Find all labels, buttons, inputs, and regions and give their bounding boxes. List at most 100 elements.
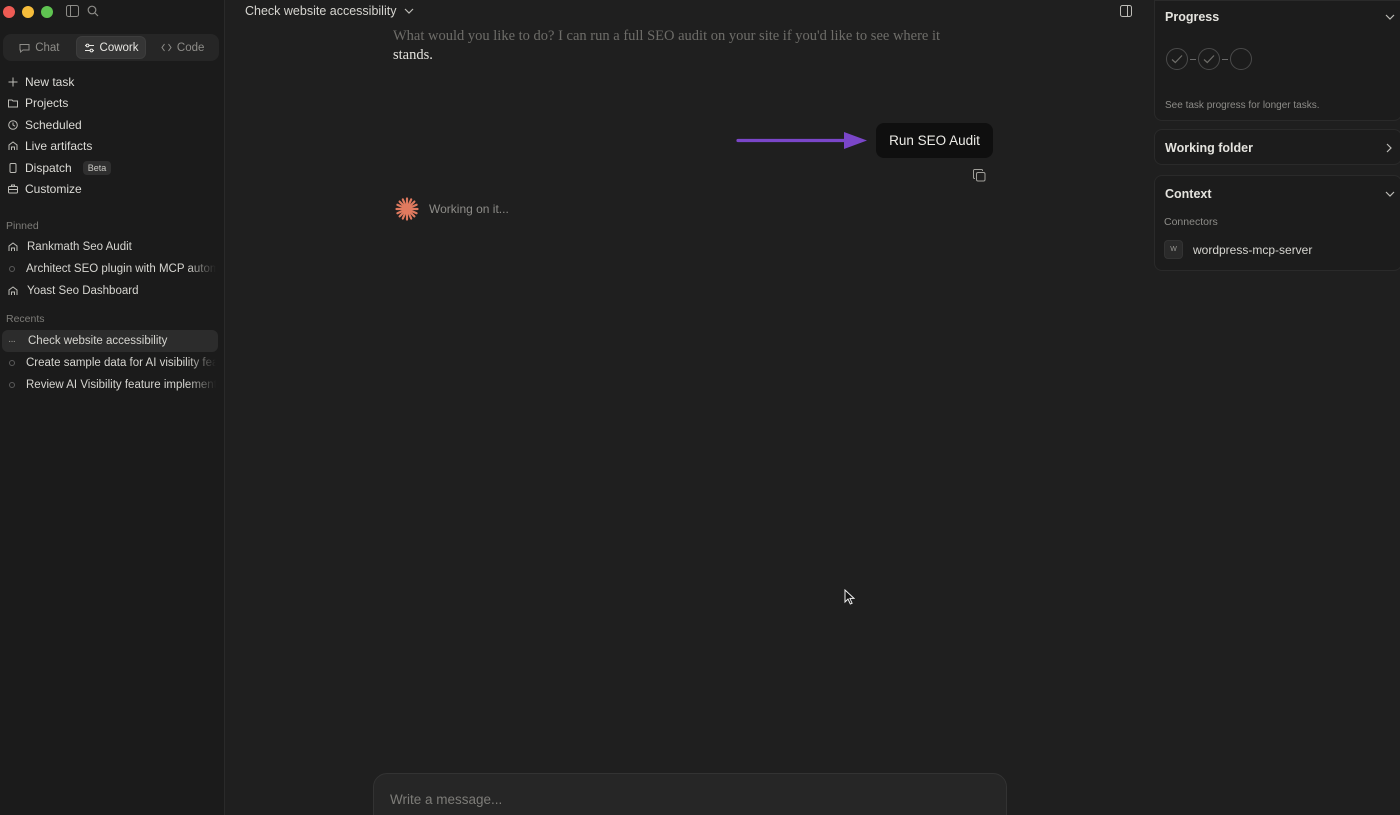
nav-scheduled-label: Scheduled [25, 117, 82, 132]
chat-title-dropdown[interactable]: Check website accessibility [245, 4, 414, 18]
code-brackets-icon [161, 43, 172, 52]
recent-item[interactable]: Review AI Visibility feature implementat… [0, 374, 224, 396]
pinned-item-label: Rankmath Seo Audit [27, 241, 132, 253]
beta-badge: Beta [82, 160, 112, 175]
task-status-icon [9, 382, 15, 388]
chat-title: Check website accessibility [245, 4, 397, 18]
main-nav: New task Projects Scheduled Live artifac… [0, 71, 224, 200]
progress-hint: See task progress for longer tasks. [1165, 100, 1320, 111]
check-icon [1203, 55, 1215, 64]
mode-cowork-button[interactable]: Cowork [75, 36, 147, 59]
mode-switcher: Chat Cowork Code [3, 34, 219, 61]
connector-name: wordpress-mcp-server [1193, 242, 1313, 257]
task-status-icon [9, 360, 15, 366]
window-controls [3, 6, 53, 18]
chat-bubble-icon [19, 43, 30, 53]
clock-icon [8, 119, 18, 130]
chat-header: Check website accessibility [226, 0, 1154, 24]
close-window-button[interactable] [3, 6, 15, 18]
chevron-down-icon[interactable] [1385, 14, 1395, 20]
recent-item-active[interactable]: ··· Check website accessibility [2, 330, 218, 352]
recents-list: ··· Check website accessibility Create s… [0, 330, 224, 396]
pinned-item-label: Architect SEO plugin with MCP automation [26, 263, 216, 275]
plus-icon [8, 77, 18, 87]
folder-icon [8, 99, 18, 108]
right-panel-toggle-icon[interactable] [1120, 5, 1132, 20]
connectors-label: Connectors [1164, 216, 1218, 228]
mode-chat-label: Chat [35, 41, 60, 54]
chevron-right-icon [1386, 143, 1392, 153]
message-input[interactable] [390, 792, 970, 807]
working-indicator: Working on it... [395, 197, 509, 221]
working-folder-card[interactable]: Working folder [1154, 129, 1400, 165]
wordpress-icon: W [1164, 240, 1183, 259]
mode-cowork-label: Cowork [99, 41, 139, 54]
progress-card: Progress See task progress for longer ta… [1154, 0, 1400, 121]
nav-customize[interactable]: Customize [0, 179, 224, 201]
sidebar-toggle-icon[interactable] [66, 5, 79, 17]
nav-live-artifacts-label: Live artifacts [25, 139, 93, 154]
check-icon [1171, 55, 1183, 64]
recents-section-label: Recents [6, 313, 45, 325]
assistant-message-faded-text: What would you like to do? I can run a f… [393, 28, 941, 44]
pinned-list: Rankmath Seo Audit Architect SEO plugin … [0, 236, 224, 302]
pinned-item-label: Yoast Seo Dashboard [27, 285, 139, 297]
progress-step-done [1198, 48, 1220, 70]
progress-connector [1222, 58, 1228, 60]
nav-dispatch-label: Dispatch [25, 160, 72, 175]
chevron-down-icon [405, 8, 414, 14]
pinned-item[interactable]: Rankmath Seo Audit [0, 236, 224, 258]
nav-scheduled[interactable]: Scheduled [0, 114, 224, 136]
assistant-message: What would you like to do? I can run a f… [393, 27, 973, 65]
briefcase-icon [8, 184, 18, 194]
nav-projects[interactable]: Projects [0, 93, 224, 115]
maximize-window-button[interactable] [41, 6, 53, 18]
nav-new-task[interactable]: New task [0, 71, 224, 93]
in-progress-icon: ··· [8, 335, 16, 347]
mode-code-button[interactable]: Code [148, 36, 217, 59]
nav-customize-label: Customize [25, 182, 82, 197]
artifacts-icon [8, 141, 18, 151]
connector-item[interactable]: W wordpress-mcp-server [1164, 240, 1312, 259]
minimize-window-button[interactable] [22, 6, 34, 18]
pinned-item[interactable]: Architect SEO plugin with MCP automation [0, 258, 224, 280]
spark-icon [395, 197, 419, 221]
recent-item-label: Create sample data for AI visibility fea… [26, 357, 216, 369]
artifacts-icon [8, 286, 18, 295]
artifacts-icon [8, 242, 18, 251]
context-title: Context [1165, 187, 1212, 201]
right-panel: Progress See task progress for longer ta… [1154, 0, 1400, 815]
mouse-cursor-icon [844, 589, 855, 605]
task-status-icon [9, 266, 15, 272]
chevron-down-icon[interactable] [1385, 191, 1395, 197]
progress-connector [1190, 58, 1196, 60]
recent-item-label: Review AI Visibility feature implementat… [26, 379, 216, 391]
working-status-text: Working on it... [429, 202, 509, 216]
sliders-icon [84, 43, 94, 52]
pinned-section-label: Pinned [6, 220, 39, 232]
progress-title: Progress [1165, 10, 1220, 24]
recent-item[interactable]: Create sample data for AI visibility fea… [0, 352, 224, 374]
sidebar: Chat Cowork Code New task Projects Sched… [0, 0, 225, 815]
pinned-item[interactable]: Yoast Seo Dashboard [0, 280, 224, 302]
progress-step-done [1166, 48, 1188, 70]
progress-step-pending [1230, 48, 1252, 70]
phone-icon [9, 162, 17, 173]
sidebar-top-icons [66, 5, 99, 17]
assistant-message-text: stands. [393, 47, 433, 63]
user-message-bubble: Run SEO Audit [876, 123, 993, 158]
mode-code-label: Code [176, 41, 205, 54]
user-message-text: Run SEO Audit [889, 133, 980, 148]
progress-steps [1166, 48, 1252, 70]
search-icon[interactable] [87, 5, 99, 17]
nav-projects-label: Projects [25, 96, 69, 111]
working-folder-title: Working folder [1165, 141, 1253, 155]
mode-chat-button[interactable]: Chat [5, 36, 74, 59]
recent-item-label: Check website accessibility [28, 335, 168, 347]
annotation-arrow [736, 132, 867, 149]
nav-new-task-label: New task [25, 74, 75, 89]
copy-icon[interactable] [973, 169, 986, 185]
nav-live-artifacts[interactable]: Live artifacts [0, 136, 224, 158]
nav-dispatch[interactable]: Dispatch Beta [0, 157, 224, 179]
message-composer [373, 773, 1007, 815]
